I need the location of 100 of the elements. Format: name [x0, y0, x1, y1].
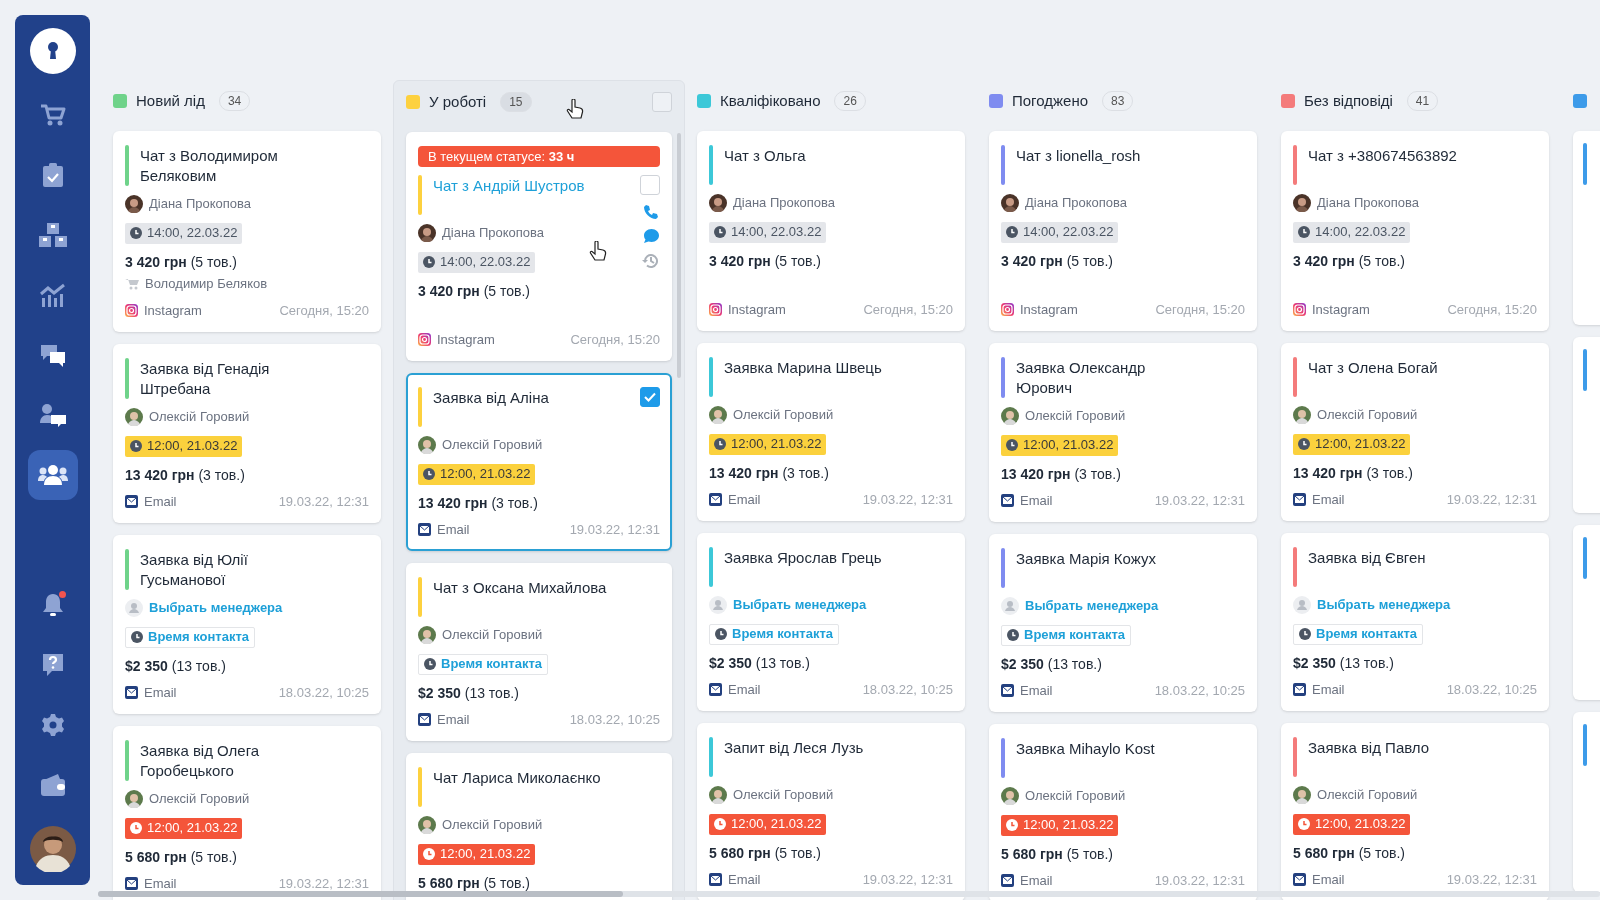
- lead-card[interactable]: Чат з Оксана Михайлова Олексій Горовий Время контакта $2 350 (13 тов.) Email 18.03.22, 10:25: [406, 563, 672, 741]
- email-icon: [1293, 682, 1306, 696]
- lead-card[interactable]: Чат з Олена Богай Олексій Горовий 12:00, 21.03.22 13 420 грн (3 тов.) Email 19.03.22, 12:31: [1281, 343, 1549, 521]
- card-date: 18.03.22, 10:25: [1154, 681, 1245, 700]
- card-title: Заявка Ярослав Грець: [724, 548, 883, 568]
- card-stripe: [1001, 145, 1005, 185]
- column-title: Новий лід: [136, 90, 205, 111]
- user-avatar[interactable]: [29, 826, 76, 872]
- time-badge: 12:00, 21.03.22: [418, 463, 536, 485]
- card-stripe: [1293, 357, 1297, 397]
- lead-card[interactable]: Заявка Марина Швець Олексій Горовий 12:00, 21.03.22 13 420 грн (3 тов.) Email 19.03.22, 12:31: [697, 343, 965, 521]
- count-badge: 41: [1406, 91, 1439, 111]
- price-text: 13 420 грн (3 тов.): [709, 463, 830, 483]
- card-stripe: [418, 387, 422, 427]
- card-title: Заявка від Юлії Гусьманової: [140, 550, 249, 590]
- card-date: 19.03.22, 12:31: [862, 490, 953, 509]
- card-stripe: [418, 767, 422, 807]
- source-label: Instagram: [437, 330, 495, 349]
- checkbox[interactable]: [640, 387, 660, 407]
- card-date: 19.03.22, 12:31: [278, 492, 369, 511]
- team-icon: [37, 464, 68, 486]
- manager-name: Олексій Горовий: [442, 626, 543, 644]
- card-stripe: [125, 549, 129, 590]
- column-title: Погоджено: [1012, 90, 1089, 111]
- source-label: Email: [728, 870, 761, 889]
- clock-icon: [715, 628, 727, 640]
- source-label: Email: [728, 490, 761, 509]
- manager-name: Олексій Горовий: [1025, 787, 1126, 805]
- scrollbar[interactable]: [98, 891, 1600, 897]
- card-stripe: [1583, 537, 1587, 579]
- email-icon: [1001, 683, 1014, 697]
- lead-card[interactable]: Чат Лариса Миколаєнко Олексій Горовий 12:00, 21.03.22 5 680 грн (5 тов.): [406, 753, 672, 900]
- clipboard-check-icon: [41, 162, 64, 188]
- time-badge: 14:00, 22.03.22: [1293, 221, 1411, 243]
- clock-icon: [714, 438, 726, 450]
- card-title: Заявка Олександр Юрович: [1016, 358, 1147, 398]
- phone-icon[interactable]: [643, 204, 659, 220]
- lead-card[interactable]: Чат з Ольга Діана Прокопова 14:00, 22.03.22 3 420 грн (5 тов.) Instagram Сегодня, 15:20: [697, 131, 965, 331]
- logo-icon[interactable]: [29, 28, 76, 74]
- checkbox[interactable]: [652, 92, 672, 112]
- count-badge: 34: [218, 91, 251, 111]
- lead-card[interactable]: В текущем статусе: 33 ч Чат з Андрій Шустров Діана Прокопова 14:00, 22.03.22 3 420 грн (5 тов.) Instagram Сегодня, 15:20: [406, 132, 672, 361]
- card-stripe: [709, 357, 713, 397]
- time-badge: 12:00, 21.03.22: [125, 817, 243, 839]
- checkbox[interactable]: [640, 175, 660, 195]
- price-text: 3 420 грн (5 тов.): [709, 251, 823, 271]
- price-text: 3 420 грн (5 тов.): [1293, 251, 1407, 271]
- manager-name: Олексій Горовий: [733, 406, 834, 424]
- source-label: Email: [144, 683, 177, 702]
- clock-icon: [1007, 629, 1019, 641]
- card-stripe: [1001, 738, 1005, 778]
- clock-icon: [1006, 819, 1018, 831]
- time-badge: 12:00, 21.03.22: [1293, 813, 1411, 835]
- source-label: Email: [728, 680, 761, 699]
- card-title: Заявка Mihaylo Kost: [1016, 739, 1156, 759]
- card-title: Заявка від Олега Горобецького: [140, 741, 261, 781]
- card-stripe: [418, 175, 422, 215]
- card-stripe: [1001, 548, 1005, 588]
- source-label: Email: [1020, 491, 1053, 510]
- lead-card[interactable]: Заявка Mihaylo Kost Олексій Горовий 12:00, 21.03.22 5 680 грн (5 тов.) Email 19.03.22, 12:31: [989, 724, 1257, 900]
- lead-card[interactable]: Чат з +380674563892 Діана Прокопова 14:00, 22.03.22 3 420 грн (5 тов.) Instagram Сегодня, 15:20: [1281, 131, 1549, 331]
- lead-card[interactable]: Заявка Олександр Юрович Олексій Горовий 12:00, 21.03.22 13 420 грн (3 тов.) Email 19.03.22, 12:31: [989, 343, 1257, 522]
- count-badge: 83: [1102, 91, 1134, 111]
- source-label: Email: [1312, 490, 1345, 509]
- source-label: Email: [1312, 680, 1345, 699]
- email-icon: [709, 492, 722, 506]
- card-stripe: [1293, 145, 1297, 185]
- lead-card[interactable]: Чат з lionella_rosh Діана Прокопова 14:00, 22.03.22 3 420 грн (5 тов.) Instagram Сегодня, 15:20: [989, 131, 1257, 331]
- lead-card[interactable]: Заявка від Павло Олексій Горовий 12:00, 21.03.22 5 680 грн (5 тов.) Email 19.03.22, 12:31: [1281, 723, 1549, 900]
- price-text: 5 680 грн (5 тов.): [418, 873, 532, 893]
- count-badge: 26: [834, 91, 866, 111]
- lead-card[interactable]: Заявка від Олега Горобецького Олексій Горовий 12:00, 21.03.22 5 680 грн (5 тов.) Email 19.03.22, 12:31: [113, 726, 381, 900]
- card-stripe: [125, 145, 129, 186]
- lead-card[interactable]: Заявка від Аліна Олексій Горовий 12:00, 21.03.22 13 420 грн (3 тов.) Email 19.03.22, 12:31: [406, 373, 672, 551]
- card-date: 18.03.22, 10:25: [278, 683, 369, 702]
- source-label: Email: [437, 520, 470, 539]
- time-badge: 12:00, 21.03.22: [1293, 433, 1411, 455]
- sidebar-item[interactable]: [27, 450, 78, 500]
- manager-name: Олексій Горовий: [149, 790, 250, 808]
- manager-name: Діана Прокопова: [149, 195, 252, 213]
- email-icon: [709, 682, 722, 696]
- time-badge: 12:00, 21.03.22: [709, 433, 827, 455]
- chat-icon[interactable]: [642, 228, 660, 244]
- card-date: 19.03.22, 12:31: [1446, 490, 1537, 509]
- card-title: Заявка від Павло: [1308, 738, 1431, 758]
- lead-card[interactable]: Запит від Леся Лузь Олексій Горовий 12:00, 21.03.22 5 680 грн (5 тов.) Email 19.03.22, 12:31: [697, 723, 965, 900]
- lead-card[interactable]: Чат з Володимиром Беляковим Діана Прокопова 14:00, 22.03.22 3 420 грн (5 тов.) Володимир Беляков Instagram Сегодня, 15:20: [113, 131, 381, 332]
- scrollbar-thumb[interactable]: [98, 891, 623, 897]
- card-date: 19.03.22, 12:31: [569, 520, 660, 539]
- price-text: 5 680 грн (5 тов.): [709, 843, 823, 863]
- history-icon[interactable]: [642, 252, 660, 270]
- instagram-icon: [1001, 302, 1014, 316]
- card-stripe: [1293, 547, 1297, 587]
- email-icon: [1293, 872, 1306, 886]
- source-label: Instagram: [144, 301, 202, 320]
- hand-cursor-icon: [566, 99, 584, 119]
- count-badge: 15: [500, 92, 532, 112]
- cart-icon: [125, 277, 139, 290]
- source-label: Email: [144, 874, 177, 893]
- lead-card[interactable]: Заявка від Генадія Штребана Олексій Горовий 12:00, 21.03.22 13 420 грн (3 тов.) Email 19.03.22, 12:31: [113, 344, 381, 523]
